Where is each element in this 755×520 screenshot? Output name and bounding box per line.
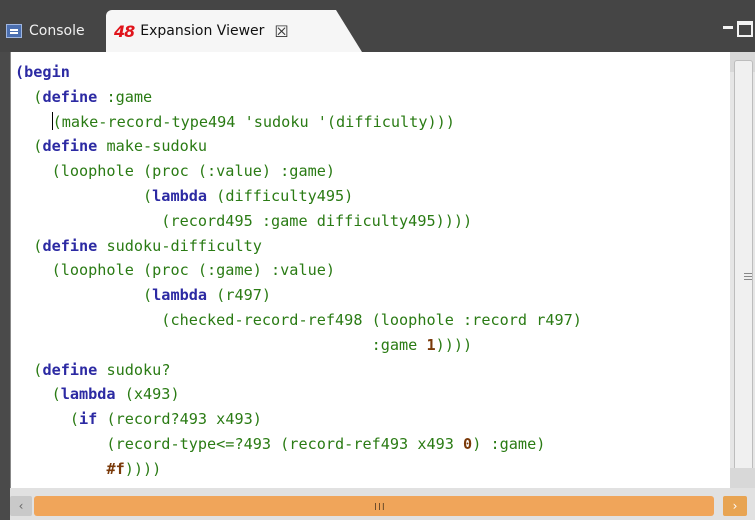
close-icon[interactable]: ☒ [274,22,288,41]
code-line: (checked-record-ref498 (loophole :record… [15,311,582,329]
code-token: (loophole (proc (:game) :value) [15,261,336,280]
code-token: (make-record-type494 'sudoku '(difficult… [52,112,455,131]
tab-expansion-viewer[interactable]: 48 Expansion Viewer ☒ [106,10,362,52]
keyword-token: define [42,137,98,156]
code-token: (difficulty495) [207,186,354,205]
scroll-grip: III [374,502,386,513]
minimize-icon[interactable] [723,26,733,29]
keyword-token: define [42,87,98,106]
code-token: (r497) [207,286,272,305]
code-text[interactable]: (begin (define :game (make-record-type49… [11,52,731,482]
code-token: ( [15,87,43,106]
vertical-scrollbar[interactable] [730,52,755,488]
code-token: ( [15,410,80,429]
scroll-left-arrow-icon[interactable]: ‹ [10,496,32,516]
code-line: (lambda (x493) [15,385,180,403]
keyword-token: (begin [15,63,70,81]
keyword-token: lambda [152,186,208,205]
code-token: ( [15,236,43,255]
tab-console[interactable]: Console [6,10,106,52]
scroll-right-arrow-icon[interactable]: › [723,496,747,516]
horizontal-scroll-thumb[interactable]: III [34,496,714,516]
code-token: )))) [435,335,473,354]
code-line: (define sudoku-difficulty [15,237,262,255]
tab-expansion-viewer-label: Expansion Viewer [140,23,265,39]
keyword-token: lambda [60,385,116,404]
code-token: :game [97,87,153,106]
code-token: ( [15,360,43,379]
console-icon [6,24,22,38]
code-token: ( [15,385,61,404]
code-line: (if (record?493 x493) [15,410,262,428]
code-token: ( [15,286,153,305]
code-line: (record495 :game difficulty495)))) [15,212,472,230]
code-token: )))) [124,459,162,478]
vertical-scroll-thumb[interactable] [734,60,753,482]
code-editor[interactable]: (begin (define :game (make-record-type49… [10,52,731,488]
code-line: (make-record-type494 'sudoku '(difficult… [15,111,455,131]
code-line: (loophole (proc (:value) :game) [15,162,335,180]
keyword-token: define [42,360,98,379]
code-token: (record495 :game difficulty495)))) [15,211,473,230]
grip-icon [744,273,752,274]
code-token: (record-type<=?493 (record-ref493 x493 [15,434,464,453]
keyword-token: if [79,410,98,429]
code-token: ) :game) [472,434,546,453]
code-line: #f)))) [15,460,161,478]
keyword-token: define [42,236,98,255]
code-token: sudoku? [97,360,171,379]
maximize-icon[interactable] [737,21,753,37]
code-line: (begin [15,63,70,81]
code-token: (checked-record-ref498 (loophole :record… [15,310,582,329]
code-token: (record?493 x493) [97,410,262,429]
code-token: (x493) [115,385,180,404]
code-line: (lambda (difficulty495) [15,187,353,205]
tab-bar: Console 48 Expansion Viewer ☒ [0,0,755,52]
scheme48-logo-icon: 48 [114,21,135,41]
code-token: ( [15,137,43,156]
code-token: :game [15,335,427,354]
code-line: (loophole (proc (:game) :value) [15,261,335,279]
tab-console-label: Console [29,23,85,39]
scroll-down-arrow-icon[interactable] [730,468,755,488]
code-token: ( [15,186,153,205]
code-line: (define :game [15,88,152,106]
code-line: (lambda (r497) [15,286,271,304]
code-line: (record-type<=?493 (record-ref493 x493 0… [15,435,545,453]
code-token: sudoku-difficulty [97,236,262,255]
keyword-token: lambda [152,286,208,305]
literal-token: #f [106,459,125,478]
code-line: (define sudoku? [15,361,170,379]
literal-token: 0 [463,434,473,453]
code-token: (loophole (proc (:value) :game) [15,162,336,181]
code-line: :game 1)))) [15,335,473,354]
code-line: (define make-sudoku [15,137,207,155]
horizontal-scrollbar[interactable]: ‹ III › [10,488,755,520]
code-token: make-sudoku [97,137,208,156]
literal-token: 1 [426,335,436,354]
